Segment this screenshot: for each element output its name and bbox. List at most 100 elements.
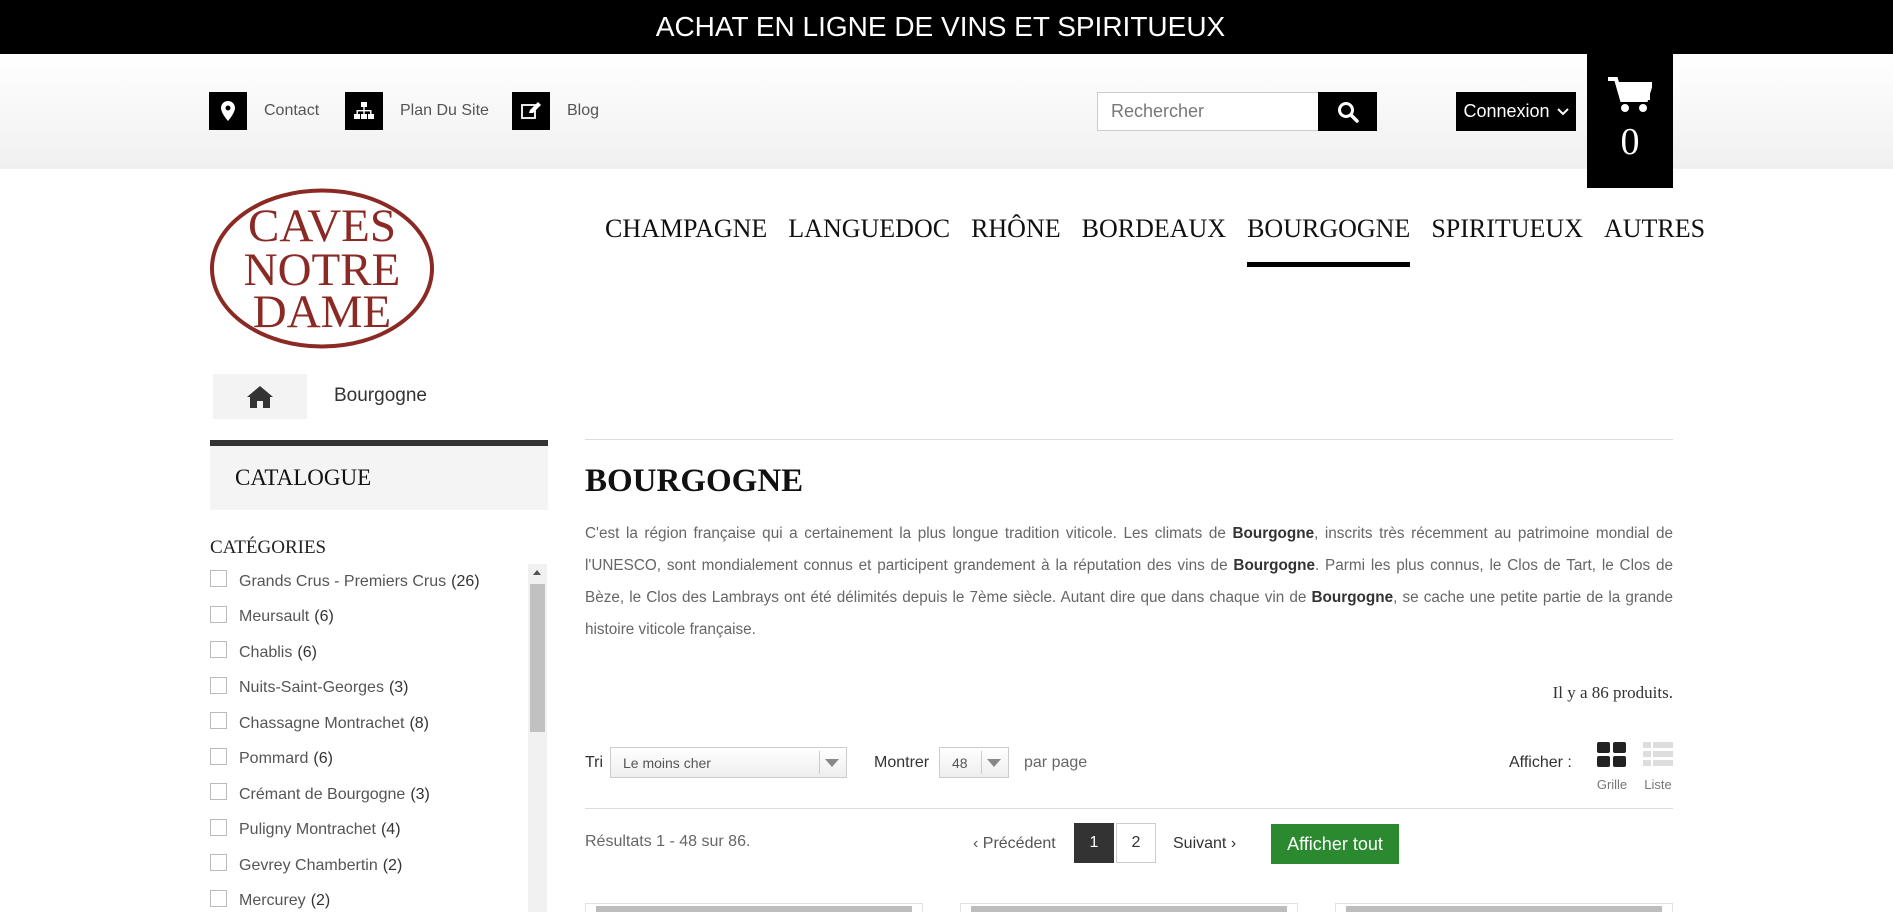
login-label: Connexion [1463, 101, 1550, 121]
grid-view-button[interactable]: Grille [1594, 742, 1630, 792]
category-label: Meursault [239, 608, 310, 626]
banner-title: ACHAT EN LIGNE DE VINS ET SPIRITUEUX [655, 11, 1226, 42]
breadcrumb-current: Bourgogne [334, 385, 427, 406]
category-checkbox[interactable] [210, 712, 227, 730]
sort-label: Tri [585, 754, 604, 771]
search-icon [1337, 101, 1359, 123]
nav-item-rhone[interactable]: RHÔNE [971, 214, 1061, 264]
nav-item-spiritueux[interactable]: SPIRITUEUX [1431, 214, 1583, 264]
category-item[interactable]: Grands Crus - Premiers Crus (26) [210, 564, 528, 600]
category-checkbox[interactable] [210, 818, 227, 836]
login-button[interactable]: Connexion [1456, 92, 1576, 131]
map-marker-icon [209, 92, 247, 130]
product-card[interactable] [585, 903, 923, 912]
category-checkbox[interactable] [210, 676, 227, 694]
category-item[interactable]: Pommard (6) [210, 742, 528, 778]
categories-title: CATÉGORIES [210, 537, 327, 558]
category-item[interactable]: Gevrey Chambertin (2) [210, 848, 528, 884]
category-label: Puligny Montrachet [239, 821, 376, 839]
pagination-page[interactable]: 1 [1074, 823, 1114, 863]
dropdown-arrow-icon [981, 751, 1005, 774]
category-count: (6) [297, 643, 317, 661]
view-label: Afficher : [1509, 754, 1572, 771]
per-page-value: 48 [952, 754, 968, 771]
logo-line-3: DAME [253, 286, 391, 338]
product-image [971, 906, 1287, 912]
category-label: Pommard [239, 750, 309, 768]
category-item[interactable]: Nuits-Saint-Georges (3) [210, 671, 528, 707]
category-scrollbar[interactable] [528, 564, 547, 912]
main-nav: CHAMPAGNE LANGUEDOC RHÔNE BORDEAUX BOURG… [605, 214, 1705, 267]
nav-item-bordeaux[interactable]: BORDEAUX [1082, 214, 1226, 264]
category-count: (6) [313, 750, 333, 768]
category-list: Grands Crus - Premiers Crus (26) Meursaul… [210, 564, 528, 912]
home-icon [247, 385, 273, 408]
pagination-next[interactable]: Suivant › [1173, 835, 1236, 853]
category-count: (6) [314, 608, 334, 626]
category-checkbox[interactable] [210, 889, 227, 907]
show-all-button[interactable]: Afficher tout [1271, 824, 1399, 864]
category-count: (2) [310, 892, 331, 910]
category-count: (2) [382, 856, 403, 874]
list-view-button[interactable]: Liste [1640, 742, 1676, 792]
site-logo[interactable]: CAVES NOTRE DAME [209, 187, 435, 350]
contact-link-label: Contact [264, 102, 320, 119]
nav-item-languedoc[interactable]: LANGUEDOC [788, 214, 950, 264]
grid-icon [1597, 742, 1626, 767]
per-page-select[interactable]: 48 [939, 747, 1009, 778]
pagination-page[interactable]: 2 [1116, 823, 1156, 863]
scrollbar-thumb[interactable] [530, 584, 545, 732]
product-card[interactable] [960, 903, 1298, 912]
search-input[interactable] [1097, 92, 1318, 131]
product-image [1346, 906, 1662, 912]
chevron-right-icon: › [1226, 835, 1237, 852]
category-checkbox[interactable] [210, 747, 227, 765]
category-count: (8) [409, 714, 429, 732]
list-icon [1643, 742, 1673, 766]
catalogue-header: CATALOGUE [210, 440, 548, 510]
chevron-down-icon [1556, 107, 1569, 115]
sitemap-link[interactable]: Plan Du Site [345, 92, 489, 130]
blog-link[interactable]: Blog [512, 92, 599, 130]
list-view-label: Liste [1644, 777, 1672, 792]
product-card[interactable] [1335, 903, 1673, 912]
search-box [1097, 92, 1377, 131]
divider [585, 439, 1673, 440]
pagination-previous[interactable]: ‹ Précédent [973, 835, 1056, 853]
cart-button[interactable]: 0 [1587, 54, 1673, 188]
nav-item-autres[interactable]: AUTRES [1604, 214, 1705, 264]
category-label: Chassagne Montrachet [239, 714, 405, 732]
search-button[interactable] [1318, 92, 1377, 131]
category-item[interactable]: Crémant de Bourgogne (3) [210, 777, 528, 813]
edit-icon [512, 92, 550, 130]
nav-item-champagne[interactable]: CHAMPAGNE [605, 214, 767, 264]
previous-label: Précédent [982, 835, 1056, 852]
category-item[interactable]: Puligny Montrachet (4) [210, 813, 528, 849]
category-item[interactable]: Meursault (6) [210, 600, 528, 636]
contact-link[interactable]: Contact [209, 92, 319, 130]
dropdown-arrow-icon [819, 751, 843, 774]
category-item[interactable]: Chablis (6) [210, 635, 528, 671]
scroll-up-icon[interactable] [533, 570, 541, 575]
category-label: Chablis [239, 643, 293, 661]
category-count: (3) [410, 785, 430, 803]
sort-select[interactable]: Le moins cher [610, 747, 847, 778]
product-count: Il y a 86 produits. [1552, 683, 1673, 702]
category-checkbox[interactable] [210, 641, 227, 659]
category-checkbox[interactable] [210, 570, 227, 588]
category-item[interactable]: Chassagne Montrachet (8) [210, 706, 528, 742]
sitemap-icon [345, 92, 383, 130]
category-label: Mercurey [239, 892, 306, 910]
breadcrumb-home[interactable] [213, 374, 307, 419]
page-title: BOURGOGNE [585, 463, 804, 499]
cart-icon [1608, 77, 1652, 112]
category-checkbox[interactable] [210, 605, 227, 623]
category-checkbox[interactable] [210, 783, 227, 801]
sort-value: Le moins cher [623, 754, 711, 771]
divider [585, 808, 1673, 809]
category-item[interactable]: Mercurey (2) [210, 884, 528, 912]
catalogue-title: CATALOGUE [235, 465, 372, 490]
category-checkbox[interactable] [210, 854, 227, 872]
product-image [596, 906, 912, 912]
nav-item-bourgogne[interactable]: BOURGOGNE [1247, 214, 1411, 267]
